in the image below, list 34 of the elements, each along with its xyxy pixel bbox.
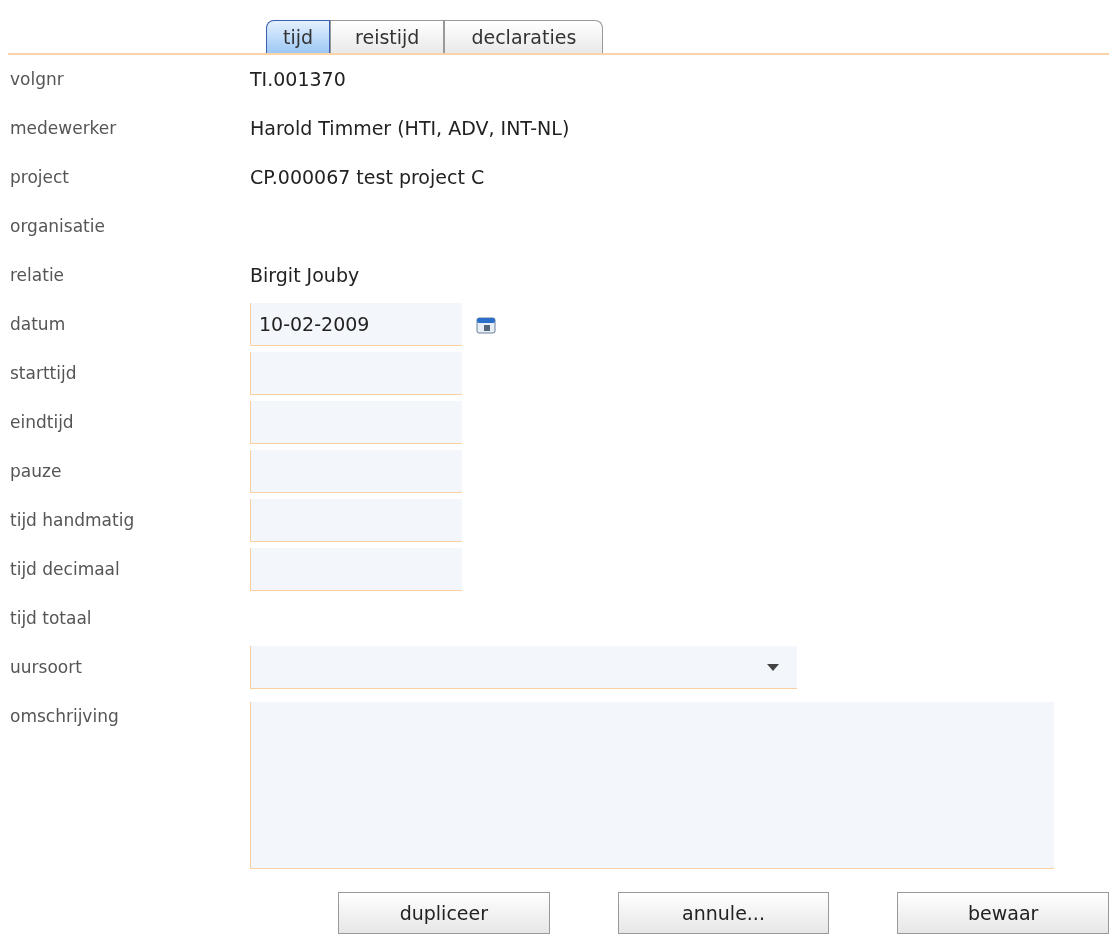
field-value: CP.000067 test project C bbox=[250, 165, 485, 191]
tab[interactable]: declaraties bbox=[444, 20, 604, 53]
field-label: medewerker bbox=[10, 116, 118, 140]
tab[interactable]: reistijd bbox=[330, 20, 445, 53]
field-label: tijd handmatig bbox=[10, 508, 136, 532]
date-field[interactable]: 10-02-2009 bbox=[250, 303, 462, 346]
field-label: datum bbox=[10, 312, 67, 336]
field-value: TI.001370 bbox=[250, 67, 346, 93]
field-label: relatie bbox=[10, 263, 66, 287]
text-field[interactable] bbox=[250, 499, 462, 542]
action-button[interactable]: annule... bbox=[617, 892, 830, 934]
text-field[interactable] bbox=[250, 352, 462, 395]
tab[interactable]: tijd bbox=[266, 20, 331, 53]
calendar-icon[interactable] bbox=[476, 315, 496, 334]
field-label: tijd totaal bbox=[10, 606, 93, 630]
field-label: pauze bbox=[10, 459, 63, 483]
field-value: Harold Timmer (HTI, ADV, INT-NL) bbox=[250, 116, 570, 142]
text-field[interactable] bbox=[250, 548, 462, 591]
field-label: uursoort bbox=[10, 655, 83, 679]
action-button[interactable]: bewaar bbox=[897, 892, 1109, 934]
field-label: organisatie bbox=[10, 214, 106, 238]
field-label: project bbox=[10, 165, 70, 189]
text-field[interactable] bbox=[250, 450, 462, 493]
field-label: omschrijving bbox=[10, 705, 120, 728]
field-label: tijd decimaal bbox=[10, 557, 121, 581]
text-field[interactable] bbox=[250, 401, 462, 444]
action-button[interactable]: dupliceer bbox=[338, 892, 550, 934]
caret-icon bbox=[767, 663, 779, 671]
field-value: Birgit Jouby bbox=[250, 263, 360, 289]
dropdown-field[interactable] bbox=[250, 646, 797, 689]
field-label: starttijd bbox=[10, 361, 78, 385]
field-label: volgnr bbox=[10, 67, 65, 91]
description-field[interactable] bbox=[250, 702, 1054, 869]
field-label: eindtijd bbox=[10, 410, 75, 434]
